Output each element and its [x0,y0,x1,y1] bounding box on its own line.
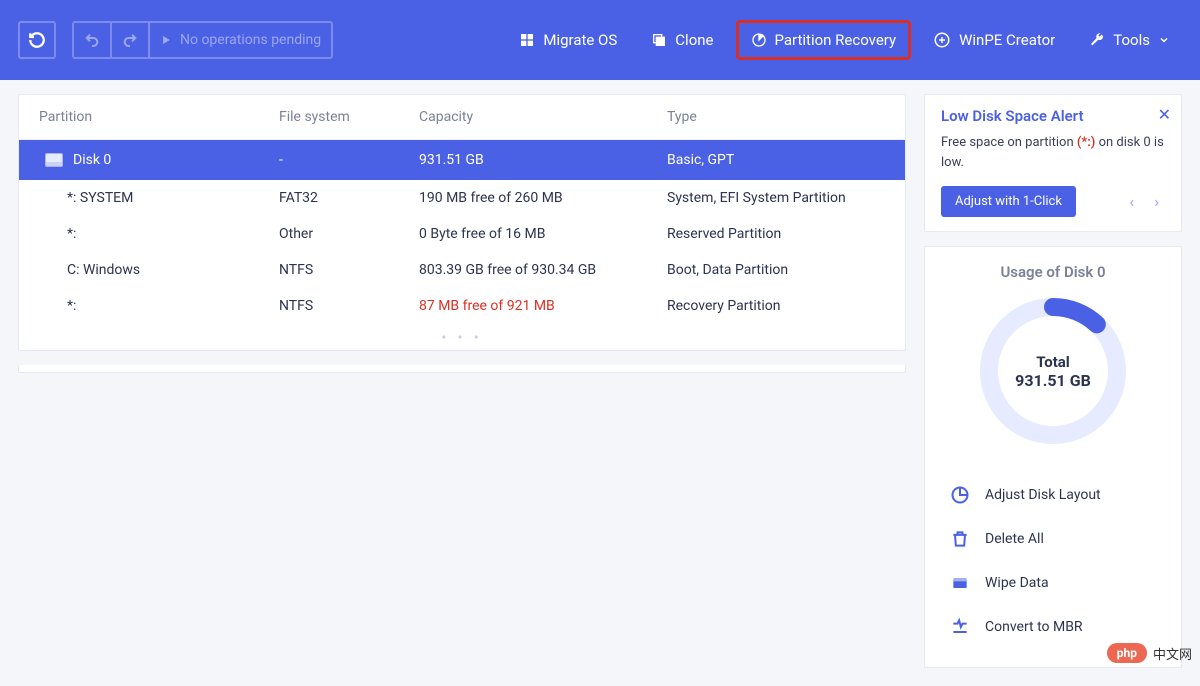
partition-type: Boot, Data Partition [667,262,905,278]
undo-icon [84,32,100,48]
plus-circle-icon [933,31,951,49]
adjust-one-click-button[interactable]: Adjust with 1-Click [941,186,1076,217]
partition-capacity: 0 Byte free of 16 MB [419,226,667,242]
alert-text: Free space on partition (*:) on disk 0 i… [941,133,1165,172]
partition-name: *: SYSTEM [39,190,279,206]
grid-icon [519,32,535,48]
disk-actions: Adjust Disk Layout Delete All Wipe Data [937,475,1169,647]
wrench-icon [1089,32,1105,48]
copy-icon [651,32,667,48]
alert-title: Low Disk Space Alert [941,107,1165,125]
pie-chart-icon [949,485,971,505]
partition-fs: NTFS [279,262,419,278]
alert-close-button[interactable]: ✕ [1158,105,1171,124]
operations-group: No operations pending [72,21,333,59]
disk-fs: - [279,152,419,168]
wipe-icon [949,573,971,593]
donut-total-value: 931.51 GB [1015,371,1091,390]
col-type: Type [667,109,905,125]
apply-button[interactable]: No operations pending [150,23,331,57]
chevron-left-icon: ‹ [1129,192,1134,211]
partition-fs: NTFS [279,298,419,314]
pending-label: No operations pending [180,32,321,48]
tools-dropdown[interactable]: Tools [1077,23,1182,57]
resize-handle[interactable]: • • • [19,324,905,350]
wipe-data-button[interactable]: Wipe Data [943,563,1163,603]
adjust-layout-button[interactable]: Adjust Disk Layout [943,475,1163,515]
delete-all-button[interactable]: Delete All [943,519,1163,559]
col-capacity: Capacity [419,109,667,125]
refresh-button[interactable] [18,21,56,59]
usage-donut-chart: Total 931.51 GB [973,291,1133,451]
col-fs: File system [279,109,419,125]
low-disk-alert-panel: Low Disk Space Alert ✕ Free space on par… [924,94,1182,232]
partition-row[interactable]: *:Other0 Byte free of 16 MBReserved Part… [19,216,905,252]
partition-type: Reserved Partition [667,226,905,242]
partition-capacity: 190 MB free of 260 MB [419,190,667,206]
usage-panel: Usage of Disk 0 Total 931.51 GB [924,246,1182,668]
close-icon: ✕ [1158,105,1171,124]
alert-warn-token: (*:) [1077,135,1095,150]
redo-button[interactable] [112,23,150,57]
partition-capacity: 87 MB free of 921 MB [419,298,667,314]
donut-total-label: Total [1036,353,1070,371]
undo-button[interactable] [74,23,112,57]
partition-name: C: Windows [39,262,279,278]
alert-next-button[interactable]: › [1148,188,1165,215]
disk-name: Disk 0 [73,152,111,168]
partition-row[interactable]: C: WindowsNTFS803.39 GB free of 930.34 G… [19,252,905,288]
refresh-icon [28,31,46,49]
watermark: php 中文网 [1107,643,1192,663]
partition-table-panel: Partition File system Capacity Type Disk… [18,94,906,351]
partition-fs: FAT32 [279,190,419,206]
play-icon [160,34,172,46]
clone-button[interactable]: Clone [639,23,725,57]
convert-mbr-button[interactable]: Convert to MBR [943,607,1163,647]
top-toolbar: No operations pending Migrate OS Clone P… [0,0,1200,80]
partition-row[interactable]: *: SYSTEMFAT32190 MB free of 260 MBSyste… [19,180,905,216]
disk-icon [45,153,63,167]
col-partition: Partition [39,109,279,125]
disk-type: Basic, GPT [667,152,905,168]
php-badge-icon: php [1107,643,1147,663]
partition-name: *: [39,298,279,314]
partition-fs: Other [279,226,419,242]
partition-recovery-button[interactable]: Partition Recovery [736,20,912,60]
convert-icon [949,617,971,637]
partition-type: Recovery Partition [667,298,905,314]
partition-type: System, EFI System Partition [667,190,905,206]
partition-capacity: 803.39 GB free of 930.34 GB [419,262,667,278]
disk-capacity: 931.51 GB [419,152,667,168]
chevron-down-icon [1158,34,1170,46]
partition-row[interactable]: *:NTFS87 MB free of 921 MBRecovery Parti… [19,288,905,324]
redo-icon [122,32,138,48]
chevron-right-icon: › [1154,192,1159,211]
trash-icon [949,529,971,549]
winpe-creator-button[interactable]: WinPE Creator [921,23,1067,57]
secondary-panel [18,365,906,373]
usage-title: Usage of Disk 0 [937,263,1169,281]
table-header: Partition File system Capacity Type [19,95,905,140]
pie-icon [751,32,767,48]
alert-prev-button[interactable]: ‹ [1123,188,1140,215]
migrate-os-button[interactable]: Migrate OS [507,23,629,57]
partition-name: *: [39,226,279,242]
disk-row[interactable]: Disk 0 - 931.51 GB Basic, GPT [19,140,905,180]
